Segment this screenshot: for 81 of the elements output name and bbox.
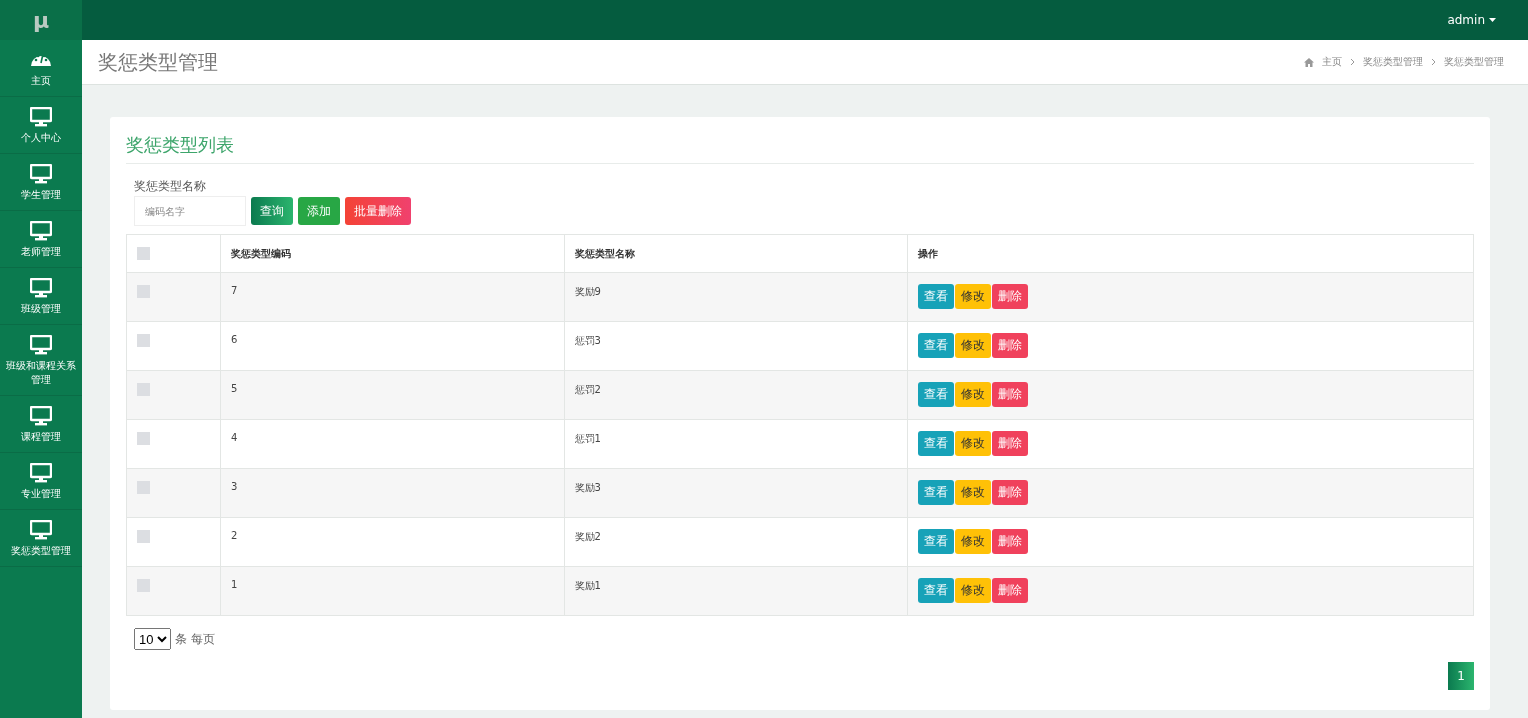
table-cell-text: 奖励9 — [574, 285, 602, 299]
monitor-icon — [30, 463, 52, 483]
monitor-icon — [30, 520, 52, 540]
search-button[interactable]: 查询 — [251, 197, 293, 225]
view-button[interactable]: 查看 — [918, 529, 955, 554]
chevron-icon — [1350, 58, 1355, 66]
monitor-icon — [30, 107, 52, 127]
add-button[interactable]: 添加 — [298, 197, 340, 225]
monitor-icon — [30, 221, 52, 241]
edit-button[interactable]: 修改 — [955, 333, 992, 358]
checkbox[interactable] — [137, 383, 150, 396]
edit-button[interactable]: 修改 — [955, 382, 992, 407]
view-button[interactable]: 查看 — [918, 480, 955, 505]
delete-button[interactable]: 删除 — [992, 480, 1029, 505]
monitor-icon — [30, 164, 52, 184]
table-cell-text: 奖励2 — [574, 530, 602, 544]
page-size-select[interactable]: 10 — [134, 628, 171, 650]
table-cell-text: 惩罚1 — [574, 432, 602, 446]
search-field[interactable]: 编码名字 — [134, 196, 246, 226]
table-cell-text: 1 — [230, 578, 239, 590]
home-icon — [1304, 57, 1314, 67]
view-button[interactable]: 查看 — [918, 382, 955, 407]
table-cell-text: 惩罚2 — [574, 383, 602, 397]
delete-button[interactable]: 删除 — [992, 333, 1029, 358]
page-title: 奖惩类型管理 — [98, 48, 218, 76]
sidebar-item[interactable]: 专业管理 — [0, 453, 82, 510]
checkbox[interactable] — [137, 530, 150, 543]
sidebar-item[interactable]: 老师管理 — [0, 211, 82, 268]
breadcrumb-link[interactable]: 主页 — [1322, 55, 1342, 69]
checkbox[interactable] — [137, 334, 150, 347]
checkbox[interactable] — [137, 247, 150, 260]
checkbox[interactable] — [137, 432, 150, 445]
sidebar-item[interactable]: 班级管理 — [0, 268, 82, 325]
table-cell-text: 6 — [230, 333, 239, 345]
chevron-icon — [1431, 58, 1436, 66]
table-cell-text: 3 — [230, 480, 239, 492]
edit-button[interactable]: 修改 — [955, 480, 992, 505]
table-cell-text: 2 — [230, 529, 239, 541]
batch-delete-button[interactable]: 批量删除 — [345, 197, 411, 225]
delete-button[interactable]: 删除 — [992, 382, 1029, 407]
column-header: 奖惩类型名称 — [564, 234, 908, 273]
page-size-label: 条 每页 — [175, 630, 215, 648]
sidebar-item[interactable]: 学生管理 — [0, 154, 82, 211]
monitor-icon — [30, 335, 52, 355]
breadcrumb-link[interactable]: 奖惩类型管理 — [1363, 55, 1423, 69]
edit-button[interactable]: 修改 — [955, 431, 992, 456]
checkbox[interactable] — [137, 481, 150, 494]
table-cell-text: 7 — [230, 284, 239, 296]
breadcrumb-link[interactable]: 奖惩类型管理 — [1444, 55, 1504, 69]
field-label: 奖惩类型名称 — [134, 178, 207, 195]
checkbox[interactable] — [137, 579, 150, 592]
sidebar-item[interactable]: 个人中心 — [0, 97, 82, 154]
monitor-icon — [30, 278, 52, 298]
user-menu[interactable]: admin — [1447, 13, 1496, 27]
edit-button[interactable]: 修改 — [955, 284, 992, 309]
column-header: 操作 — [907, 234, 1474, 273]
view-button[interactable]: 查看 — [918, 333, 955, 358]
card-title: 奖惩类型列表 — [126, 129, 1474, 164]
column-header: 奖惩类型编码 — [220, 234, 565, 273]
delete-button[interactable]: 删除 — [992, 578, 1029, 603]
view-button[interactable]: 查看 — [918, 431, 955, 456]
caret-icon — [1489, 18, 1496, 22]
view-button[interactable]: 查看 — [918, 578, 955, 603]
table-cell-text: 5 — [230, 382, 239, 394]
monitor-icon — [30, 406, 52, 426]
checkbox[interactable] — [137, 285, 150, 298]
view-button[interactable]: 查看 — [918, 284, 955, 309]
delete-button[interactable]: 删除 — [992, 529, 1029, 554]
page-link[interactable]: 1 — [1448, 662, 1474, 690]
edit-button[interactable]: 修改 — [955, 578, 992, 603]
sidebar-item[interactable]: 班级和课程关系管理 — [0, 325, 82, 396]
sidebar-item[interactable]: 课程管理 — [0, 396, 82, 453]
table-cell-text: 奖励3 — [574, 481, 602, 495]
logo: μ — [0, 0, 82, 40]
edit-button[interactable]: 修改 — [955, 529, 992, 554]
table-cell-text: 4 — [230, 431, 239, 443]
table-cell-text: 奖励1 — [574, 579, 602, 593]
delete-button[interactable]: 删除 — [992, 431, 1029, 456]
table-cell-text: 惩罚3 — [574, 334, 602, 348]
sidebar-item[interactable]: 奖惩类型管理 — [0, 510, 82, 567]
delete-button[interactable]: 删除 — [992, 284, 1029, 309]
